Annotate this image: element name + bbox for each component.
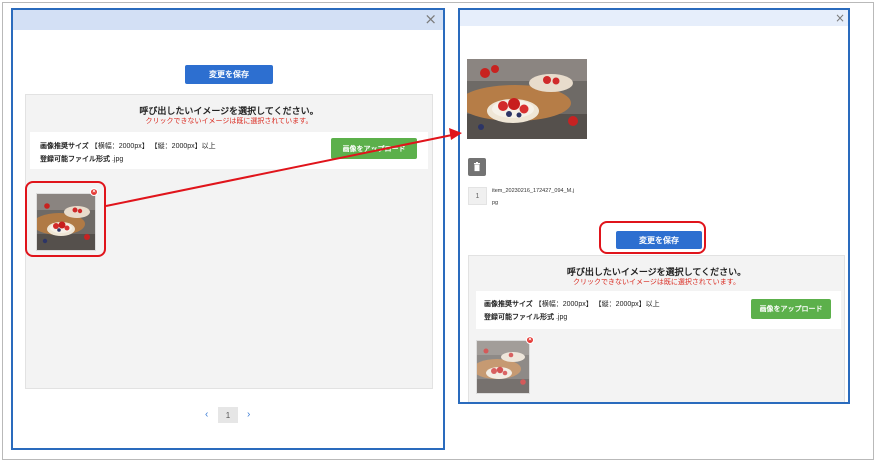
arrow-icon [105,128,462,207]
